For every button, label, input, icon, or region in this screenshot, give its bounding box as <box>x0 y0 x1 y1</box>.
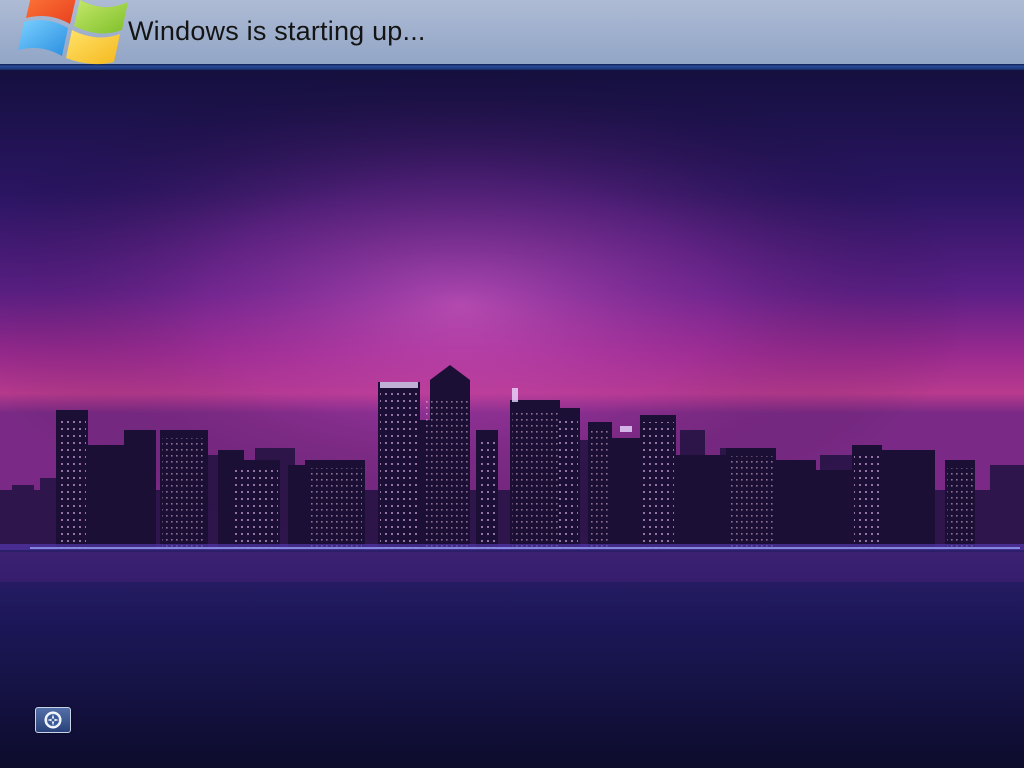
wallpaper-image <box>0 70 1024 768</box>
startup-screen: Windows is starting up... <box>0 0 1024 768</box>
startup-message: Windows is starting up... <box>128 16 426 46</box>
ease-of-access-icon <box>44 711 62 729</box>
status-bar-divider <box>0 64 1024 70</box>
windows-logo-icon <box>18 0 128 65</box>
ease-of-access-button[interactable] <box>35 707 71 733</box>
